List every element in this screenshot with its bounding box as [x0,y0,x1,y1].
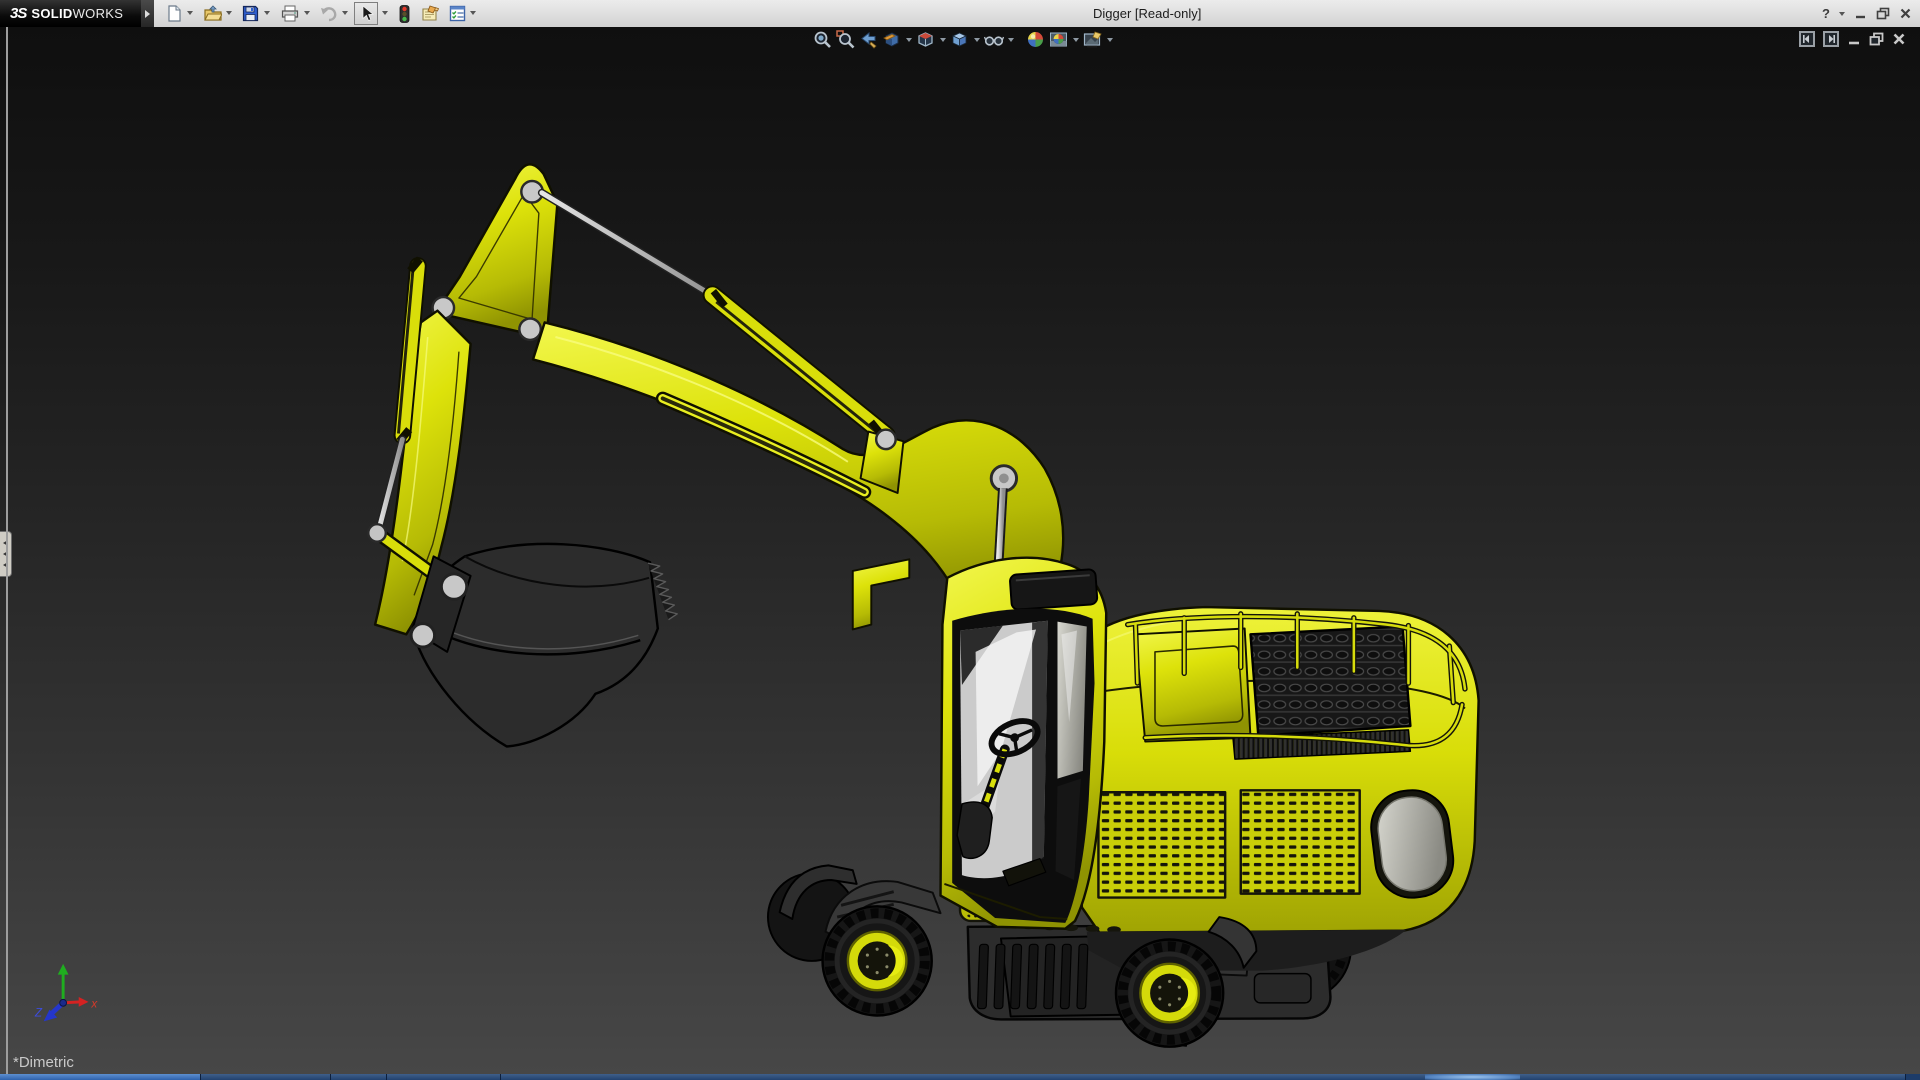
previous-view-icon [859,30,878,49]
select-dropdown[interactable] [382,11,388,15]
taskbar-divider [200,1074,201,1080]
logo-text-light: WORKS [73,6,124,21]
options-checklist-button[interactable] [447,3,468,24]
stoplight-icon [399,5,410,23]
document-title: Digger [Read-only] [1093,6,1201,21]
doc-minimize-button[interactable] [1847,32,1861,46]
stoplight-button[interactable] [394,3,415,24]
undo-button[interactable] [318,3,339,24]
dassault-logo-icon: 3S [10,5,26,22]
previous-view-button[interactable] [858,29,879,50]
new-dropdown[interactable] [187,11,193,15]
taskbar-divider [1905,1074,1906,1080]
save-dropdown[interactable] [264,11,270,15]
section-view-dropdown[interactable] [904,29,913,50]
doc-restore-button[interactable] [1869,32,1884,46]
save-button[interactable] [240,3,261,24]
display-style-dropdown[interactable] [972,29,981,50]
view-orientation-status: *Dimetric [13,1054,74,1071]
seat [957,802,992,858]
view-orientation-dropdown[interactable] [938,29,947,50]
zoom-to-area-icon [836,30,855,49]
doc-close-button[interactable] [1892,32,1906,46]
hide-show-items-dropdown[interactable] [1006,29,1015,50]
flyout-arrow-icon [145,10,150,18]
cab[interactable] [941,558,1107,929]
undo-arrow-icon [319,5,338,22]
taskbar-highlight [1425,1074,1520,1080]
triad-x-label: x [90,998,98,1011]
hide-show-glasses-icon [984,30,1004,49]
front-right-wheel[interactable] [1116,939,1223,1046]
restore-button[interactable] [1876,7,1890,20]
save-floppy-icon [242,5,259,22]
triad-z-label: Z [34,1006,43,1019]
taskbar-divider [330,1074,331,1080]
hide-show-items-button[interactable] [983,29,1004,50]
new-document-button[interactable] [164,3,185,24]
scene-svg: x Z [0,27,1920,1074]
apply-scene-button[interactable] [1048,29,1069,50]
edit-appearance-button[interactable] [1025,29,1046,50]
cursor-arrow-icon [359,5,374,22]
comment-note-icon [421,5,440,22]
view-orientation-icon [916,30,935,49]
collapse-right-pane-button[interactable] [1823,31,1839,47]
section-view-button[interactable] [881,29,902,50]
edit-appearance-icon [1026,30,1045,49]
excavator-model[interactable] [368,164,1478,1046]
view-settings-button[interactable] [1082,29,1103,50]
front-left-wheel[interactable] [823,906,932,1015]
taskbar-segment [0,1074,200,1080]
open-button[interactable] [202,3,223,24]
checklist-icon [449,5,466,22]
display-style-icon [950,30,969,49]
view-orientation-button[interactable] [915,29,936,50]
comment-note-button[interactable] [420,3,441,24]
logo-text-bold: SOLID [31,6,72,21]
print-dropdown[interactable] [304,11,310,15]
undo-dropdown[interactable] [342,11,348,15]
open-dropdown[interactable] [226,11,232,15]
print-button[interactable] [279,3,300,24]
title-bar: 3S SOLIDWORKS [0,0,1920,28]
open-folder-icon [204,5,222,22]
display-style-button[interactable] [949,29,970,50]
options-dropdown[interactable] [470,11,476,15]
heads-up-view-toolbar [812,29,1114,50]
taskbar-divider [500,1074,501,1080]
taskbar-divider [386,1074,387,1080]
minimize-button[interactable] [1854,7,1867,20]
apply-scene-icon [1049,30,1068,49]
zoom-to-fit-icon [813,30,832,49]
solidworks-window: 3S SOLIDWORKS [0,0,1920,1080]
taskbar-segment [200,1074,1905,1080]
collapse-left-pane-button[interactable] [1799,31,1815,47]
help-dropdown[interactable] [1839,12,1845,16]
solidworks-logo: 3S SOLIDWORKS [0,0,141,27]
zoom-to-fit-button[interactable] [812,29,833,50]
graphics-viewport[interactable]: x Z [0,27,1920,1074]
printer-icon [281,5,299,22]
view-settings-dropdown[interactable] [1105,29,1114,50]
new-document-icon [166,5,183,22]
section-view-icon [882,30,901,49]
document-window-controls [1799,31,1906,47]
apply-scene-dropdown[interactable] [1071,29,1080,50]
orientation-triad: x Z [34,964,99,1022]
zoom-to-area-button[interactable] [835,29,856,50]
help-button[interactable]: ? [1822,6,1830,21]
taskbar-edge[interactable] [0,1074,1920,1080]
select-tool-button[interactable] [354,2,378,25]
bucket[interactable] [411,544,677,747]
boom-mount-bracket[interactable] [853,559,910,629]
viewport-left-splitter[interactable] [6,27,8,1074]
view-settings-icon [1083,30,1103,49]
close-button[interactable] [1899,7,1912,20]
menu-flyout-button[interactable] [141,0,154,27]
